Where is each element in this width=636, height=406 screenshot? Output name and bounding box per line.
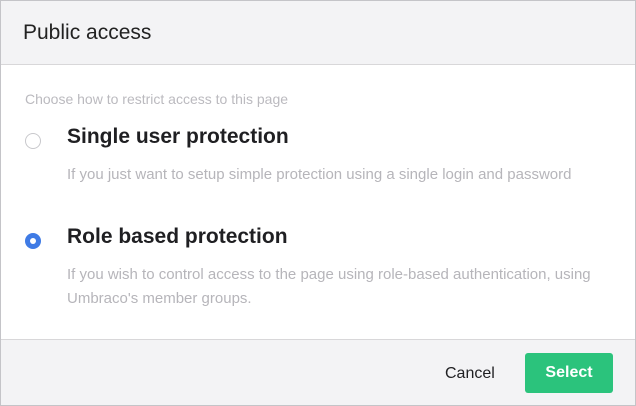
restrict-access-hint: Choose how to restrict access to this pa… — [25, 91, 289, 107]
public-access-dialog: Public access Choose how to restrict acc… — [0, 0, 636, 406]
option-title: Role based protection — [67, 225, 288, 248]
dialog-footer: Cancel Select — [1, 339, 635, 405]
option-description: If you wish to control access to the pag… — [67, 266, 591, 307]
role-based-radio[interactable] — [25, 233, 41, 249]
cancel-button[interactable]: Cancel — [425, 358, 515, 390]
dialog-title: Public access — [23, 20, 152, 44]
dialog-header: Public access — [1, 1, 635, 65]
dialog-body: Choose how to restrict access to this pa… — [1, 65, 635, 339]
option-title: Single user protection — [67, 125, 289, 148]
select-button[interactable]: Select — [525, 353, 613, 393]
single-user-radio[interactable] — [25, 133, 41, 149]
option-description: If you just want to setup simple protect… — [67, 166, 572, 183]
